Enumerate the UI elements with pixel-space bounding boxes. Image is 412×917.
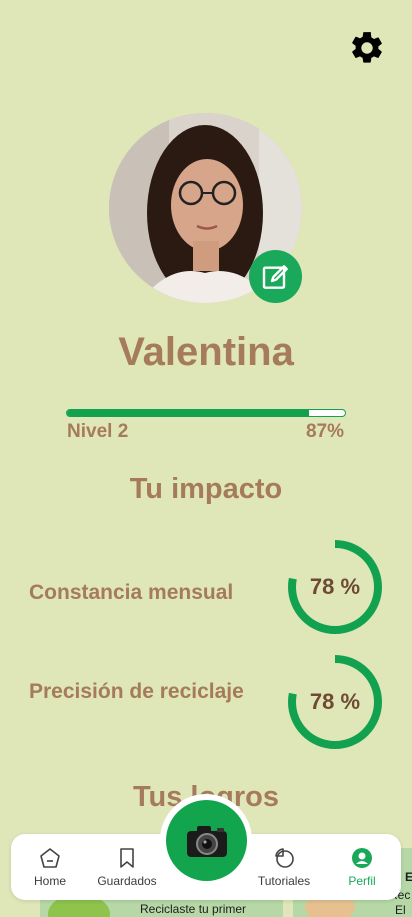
precision-value: 78 %: [309, 689, 361, 714]
impact-title: Tu impacto: [129, 473, 283, 505]
nav-item-perfil[interactable]: Perfil: [327, 846, 397, 888]
home-icon: [40, 848, 60, 868]
camera-icon: [186, 825, 227, 857]
level-label: Nivel 2: [67, 421, 129, 442]
level-percent: 87%: [305, 421, 344, 442]
achievement-text: El: [395, 903, 406, 917]
nav-label-perfil: Perfil: [348, 874, 376, 888]
profile-icon: [352, 848, 372, 868]
achievement-text: Reciclaste tu primer: [140, 902, 247, 916]
level-progress-bar: [66, 409, 346, 417]
bookmark-icon: [120, 848, 134, 868]
settings-button[interactable]: [348, 29, 386, 67]
edit-icon: [262, 264, 288, 289]
metric-label-constancia: Constancia mensual: [29, 581, 234, 604]
metric-label-precision: Precisión de reciclaje: [29, 680, 244, 703]
nav-item-tutoriales[interactable]: Tutoriales: [249, 846, 319, 888]
edit-profile-button[interactable]: [249, 250, 302, 303]
nav-label-tutoriales: Tutoriales: [257, 874, 311, 888]
level-progress-fill: [67, 410, 309, 416]
profile-name: Valentina: [118, 330, 294, 374]
nav-item-home[interactable]: Home: [15, 846, 85, 888]
camera-button[interactable]: [166, 800, 247, 881]
nav-item-guardados[interactable]: Guardados: [92, 846, 162, 888]
achievement-heading: E: [405, 870, 412, 884]
nav-label-home: Home: [33, 874, 66, 888]
tutorials-icon: [275, 848, 294, 868]
constancia-value: 78 %: [309, 574, 361, 599]
profile-avatar-container: [109, 113, 302, 303]
gear-icon: [352, 32, 382, 63]
nav-label-guardados: Guardados: [97, 874, 157, 888]
